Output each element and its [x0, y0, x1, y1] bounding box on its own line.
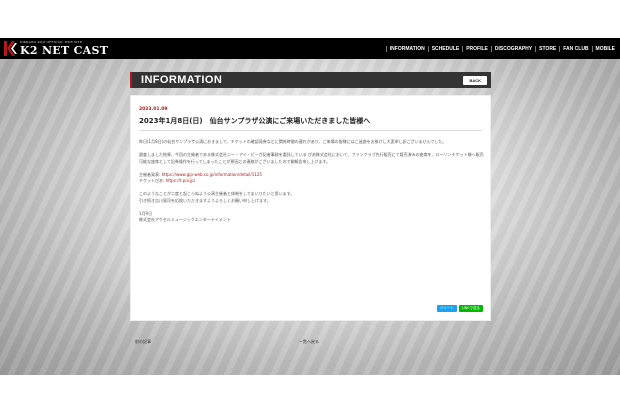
pia-label: チケットぴあ:: [139, 178, 166, 183]
share-buttons: ツイート LINEで送る: [436, 305, 483, 312]
nav-information[interactable]: INFORMATION: [385, 45, 428, 52]
section-title: INFORMATION: [141, 74, 223, 86]
closing-line-1: このようなことが二度と起こらぬよう公演主催者と体制をしてまいりたいと思います。: [139, 191, 295, 196]
nav-fan-club[interactable]: FAN CLUB: [559, 45, 591, 52]
tweet-button[interactable]: ツイート: [436, 305, 457, 312]
article-panel: 2023.01.09 2023年1月8日(日) 仙台サンプラザ公演にご来場いただ…: [130, 95, 491, 321]
article-body: 昨日(1月8日)の仙台サンプラザ公演におきまして、チケットの確認発券などに関係時…: [139, 139, 485, 230]
nav-schedule[interactable]: SCHEDULE: [427, 45, 463, 52]
paragraph-cause: 調査しました結果、今回の主催者である株式会社ジー・アイ・ピーが記者事務を委託して…: [139, 152, 484, 164]
nav-mobile[interactable]: MOBILE: [591, 45, 618, 52]
paragraph-closing: このようなことが二度と起こらぬよう公演主催者と体制をしてまいりたいと思います。 …: [139, 191, 485, 204]
main-nav: INFORMATION SCHEDULE PROFILE DISCOGRAPHY…: [385, 38, 618, 59]
signature: 1月9日 株式会社アクセルミュージックエンターテイメント: [139, 211, 485, 224]
back-to-list-link[interactable]: 一覧へ戻る: [299, 339, 319, 345]
previous-article-link[interactable]: 前の記事: [135, 339, 151, 345]
nav-profile[interactable]: PROFILE: [462, 45, 491, 52]
logo-title: K2 NET CAST: [20, 44, 109, 57]
nav-discography[interactable]: DISCOGRAPHY: [490, 45, 535, 52]
divider: [139, 130, 482, 131]
nav-store[interactable]: STORE: [535, 45, 559, 52]
k2-logo-icon: [4, 41, 17, 56]
site-header: KIKKAWA KOJI OFFICIAL WEB SITE K2 NET CA…: [0, 38, 620, 59]
article-title: 2023年1月8日(日) 仙台サンプラザ公演にご来場いただきました皆様へ: [139, 117, 371, 125]
pia-link[interactable]: https://t.pia.jp/: [166, 178, 196, 183]
back-button[interactable]: BACK: [463, 76, 487, 85]
closing-line-2: 引き続き吉川晃司を応援いただきますようよろしくお願い申し上げます。: [139, 197, 271, 203]
signature-company: 株式会社アクセルミュージックエンターテイメント: [139, 217, 231, 222]
article-date: 2023.01.09: [139, 107, 168, 112]
paragraph-apology: 昨日(1月8日)の仙台サンプラザ公演におきまして、チケットの確認発券などに関係時…: [139, 139, 447, 144]
sponsor-link[interactable]: https://www.gip-web.co.jp/information/de…: [162, 172, 262, 177]
site-logo[interactable]: KIKKAWA KOJI OFFICIAL WEB SITE K2 NET CA…: [4, 39, 108, 58]
section-header: INFORMATION BACK: [130, 72, 491, 88]
line-share-button[interactable]: LINEで送る: [458, 305, 483, 312]
sponsor-label: 主催者発表:: [139, 171, 162, 177]
links-block: 主催者発表: https://www.gip-web.co.jp/informa…: [139, 172, 485, 185]
signature-date: 1月9日: [139, 210, 153, 216]
